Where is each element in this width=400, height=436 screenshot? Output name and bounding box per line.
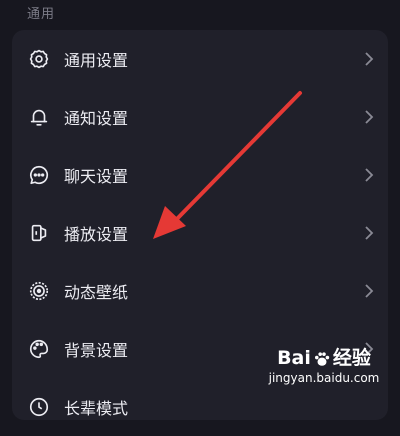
- settings-item-label: 背景设置: [64, 341, 129, 360]
- settings-item-playback[interactable]: 播放设置: [12, 204, 388, 262]
- chevron-right-icon: [364, 226, 374, 240]
- chevron-right-icon: [364, 284, 374, 298]
- player-icon: [28, 222, 50, 244]
- live-wallpaper-icon: [28, 280, 50, 302]
- watermark-brand-right: 经验: [332, 347, 371, 369]
- elder-mode-icon: [28, 396, 50, 418]
- settings-item-label: 动态壁纸: [64, 283, 129, 302]
- bell-icon: [28, 106, 50, 128]
- watermark-brand-left: Bai: [277, 347, 311, 369]
- section-title: 通用: [27, 7, 56, 22]
- gear-icon: [28, 48, 50, 70]
- settings-item-label: 播放设置: [64, 225, 129, 244]
- chevron-right-icon: [364, 168, 374, 182]
- settings-item-label: 聊天设置: [64, 167, 129, 186]
- watermark-url: jingyan.baidu.com: [268, 371, 380, 385]
- settings-item-notification[interactable]: 通知设置: [12, 88, 388, 146]
- palette-icon: [28, 338, 50, 360]
- settings-item-label: 通知设置: [64, 109, 129, 128]
- chevron-right-icon: [364, 52, 374, 66]
- baidu-jingyan-watermark: Bai 经验 jingyan.baidu.com: [264, 346, 384, 401]
- settings-item-general[interactable]: 通用设置: [12, 30, 388, 88]
- settings-item-label: 长辈模式: [64, 399, 129, 418]
- settings-item-live-wallpaper[interactable]: 动态壁纸: [12, 262, 388, 320]
- settings-item-label: 通用设置: [64, 51, 129, 70]
- settings-item-chat[interactable]: 聊天设置: [12, 146, 388, 204]
- chat-bubble-icon: [28, 164, 50, 186]
- paw-icon: [313, 350, 331, 368]
- chevron-right-icon: [364, 110, 374, 124]
